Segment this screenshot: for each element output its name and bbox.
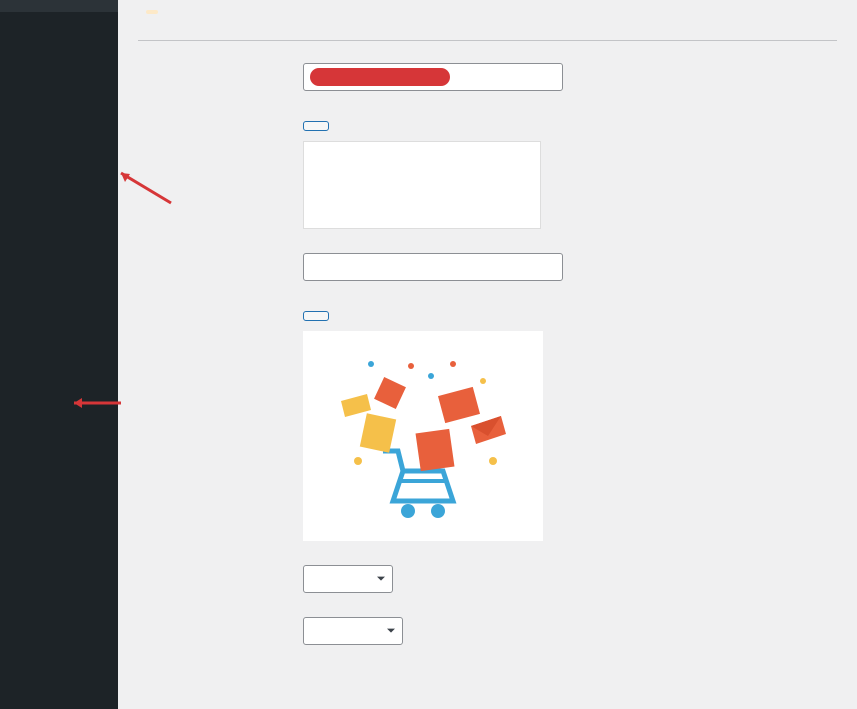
about-page-select[interactable]	[303, 565, 393, 593]
choose-image-button[interactable]	[303, 311, 329, 321]
jwt-secret-input[interactable]	[303, 63, 563, 91]
tagline-input[interactable]	[303, 253, 563, 281]
tagline-label	[138, 253, 303, 259]
admin-sidebar	[0, 0, 118, 709]
contact-page-select[interactable]	[303, 617, 403, 645]
jwt-label	[138, 63, 303, 69]
tab-nav	[138, 40, 837, 41]
arrival-image-preview	[303, 331, 543, 541]
redaction-bar	[310, 68, 450, 86]
version-badge	[146, 10, 158, 14]
contact-label	[138, 617, 303, 623]
app-logo-preview	[303, 141, 541, 229]
main-content	[118, 0, 857, 709]
about-label	[138, 565, 303, 571]
dokan-submenu	[0, 0, 118, 12]
choose-logo-button[interactable]	[303, 121, 329, 131]
header-bar	[138, 0, 837, 24]
arrival-label	[138, 305, 303, 311]
arrival-illustration	[323, 346, 523, 526]
app-logo-label	[138, 115, 303, 121]
